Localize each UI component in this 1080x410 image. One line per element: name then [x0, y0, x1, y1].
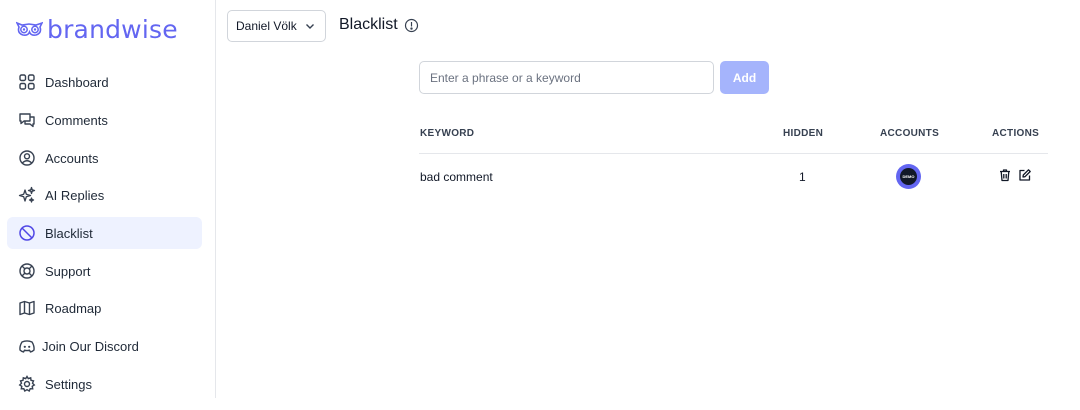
header-divider [419, 153, 1048, 154]
edit-icon [1019, 169, 1031, 181]
account-selector[interactable]: Daniel Völk [227, 10, 326, 42]
account-avatar: DEMO [896, 164, 921, 189]
sidebar-item-label: AI Replies [45, 187, 105, 203]
sidebar-item-roadmap[interactable]: Roadmap [7, 292, 202, 324]
add-button[interactable]: Add [720, 61, 769, 94]
sidebar-item-settings[interactable]: Settings [7, 368, 202, 400]
dashboard-icon [18, 73, 36, 91]
column-header-accounts: ACCOUNTS [880, 128, 940, 139]
delete-button[interactable] [998, 168, 1012, 182]
app: brandwise Dashboard Comments Accounts AI… [0, 0, 1080, 410]
lifebuoy-icon [18, 262, 36, 280]
sidebar-item-label: Comments [45, 112, 108, 128]
sidebar-item-label: Join Our Discord [42, 338, 139, 354]
sidebar-item-label: Support [45, 263, 91, 279]
brand-name: brandwise [47, 14, 178, 44]
comments-icon [18, 111, 36, 129]
sidebar-item-blacklist[interactable]: Blacklist [7, 217, 202, 249]
info-icon[interactable] [404, 18, 419, 33]
account-selector-value: Daniel Völk [236, 19, 297, 33]
account-avatar-label: DEMO [900, 168, 917, 185]
keyword-cell: bad comment [420, 170, 493, 184]
sidebar-item-dashboard[interactable]: Dashboard [7, 66, 202, 98]
chevron-down-icon [306, 24, 314, 29]
edit-button[interactable] [1018, 168, 1032, 182]
sidebar-item-label: Blacklist [45, 225, 93, 241]
sidebar-item-accounts[interactable]: Accounts [7, 142, 202, 174]
brand-logo[interactable]: brandwise [16, 12, 178, 46]
sidebar-item-label: Dashboard [45, 74, 109, 90]
column-header-hidden: HIDDEN [783, 128, 824, 139]
page-title: Blacklist [339, 16, 398, 33]
sidebar-item-discord[interactable]: Join Our Discord [7, 330, 202, 362]
trash-icon [1000, 169, 1010, 182]
blacklist-icon [18, 224, 36, 242]
sidebar-item-ai-replies[interactable]: AI Replies [7, 179, 202, 211]
sidebar-item-label: Settings [45, 376, 92, 392]
map-icon [18, 299, 36, 317]
sidebar: brandwise Dashboard Comments Accounts AI… [0, 0, 216, 398]
sidebar-item-support[interactable]: Support [7, 255, 202, 287]
accounts-icon [18, 149, 36, 167]
gear-icon [18, 375, 36, 393]
sidebar-item-label: Roadmap [45, 300, 102, 316]
hidden-count-cell: 1 [799, 170, 806, 184]
sparkles-icon [18, 186, 36, 204]
sidebar-item-label: Accounts [45, 150, 99, 166]
column-header-keyword: KEYWORD [420, 128, 475, 139]
owl-icon [16, 21, 43, 36]
keyword-input[interactable] [419, 61, 714, 94]
discord-icon [18, 337, 36, 355]
sidebar-item-comments[interactable]: Comments [7, 104, 202, 136]
column-header-actions: ACTIONS [992, 128, 1040, 139]
